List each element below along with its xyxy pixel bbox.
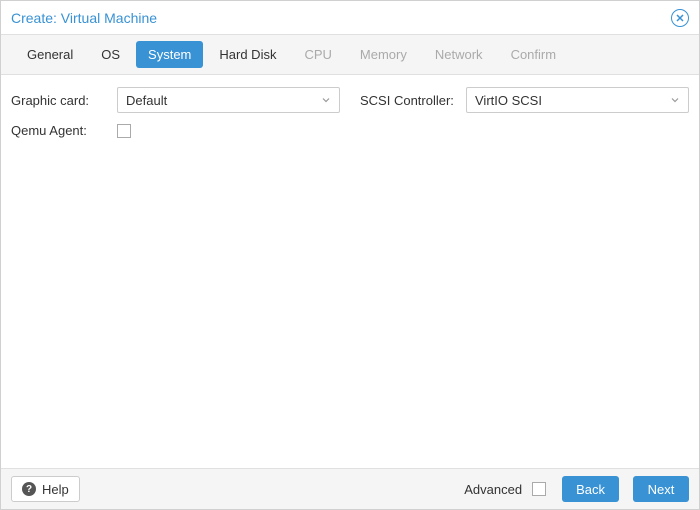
help-icon: ? <box>22 482 36 496</box>
close-icon <box>675 13 685 23</box>
tab-general[interactable]: General <box>15 41 85 68</box>
close-button[interactable] <box>671 9 689 27</box>
scsi-controller-label: SCSI Controller: <box>360 93 460 108</box>
graphic-card-label: Graphic card: <box>11 93 111 108</box>
graphic-card-select[interactable]: Default <box>117 87 340 113</box>
graphic-card-value: Default <box>126 93 167 108</box>
right-column: SCSI Controller: VirtIO SCSI <box>360 87 689 456</box>
left-column: Graphic card: Default Qemu Agent: <box>11 87 340 456</box>
tab-cpu: CPU <box>292 41 343 68</box>
tab-os[interactable]: OS <box>89 41 132 68</box>
qemu-agent-row: Qemu Agent: <box>11 123 340 138</box>
advanced-label: Advanced <box>464 482 522 497</box>
qemu-agent-label: Qemu Agent: <box>11 123 111 138</box>
next-button[interactable]: Next <box>633 476 689 502</box>
titlebar: Create: Virtual Machine <box>1 1 699 35</box>
tab-system[interactable]: System <box>136 41 203 68</box>
window-title: Create: Virtual Machine <box>11 10 157 26</box>
help-label: Help <box>42 482 69 497</box>
scsi-controller-row: SCSI Controller: VirtIO SCSI <box>360 87 689 113</box>
tab-bar: General OS System Hard Disk CPU Memory N… <box>1 35 699 75</box>
chevron-down-icon <box>670 93 680 108</box>
back-button[interactable]: Back <box>562 476 619 502</box>
form-panel: Graphic card: Default Qemu Agent: SCSI C… <box>1 75 699 469</box>
footer-bar: ? Help Advanced Back Next <box>1 469 699 509</box>
tab-memory: Memory <box>348 41 419 68</box>
qemu-agent-checkbox[interactable] <box>117 124 131 138</box>
scsi-controller-select[interactable]: VirtIO SCSI <box>466 87 689 113</box>
help-button[interactable]: ? Help <box>11 476 80 502</box>
tab-confirm: Confirm <box>499 41 569 68</box>
wizard-dialog: Create: Virtual Machine General OS Syste… <box>0 0 700 510</box>
scsi-controller-value: VirtIO SCSI <box>475 93 542 108</box>
tab-harddisk[interactable]: Hard Disk <box>207 41 288 68</box>
tab-network: Network <box>423 41 495 68</box>
graphic-card-row: Graphic card: Default <box>11 87 340 113</box>
chevron-down-icon <box>321 93 331 108</box>
advanced-checkbox[interactable] <box>532 482 546 496</box>
